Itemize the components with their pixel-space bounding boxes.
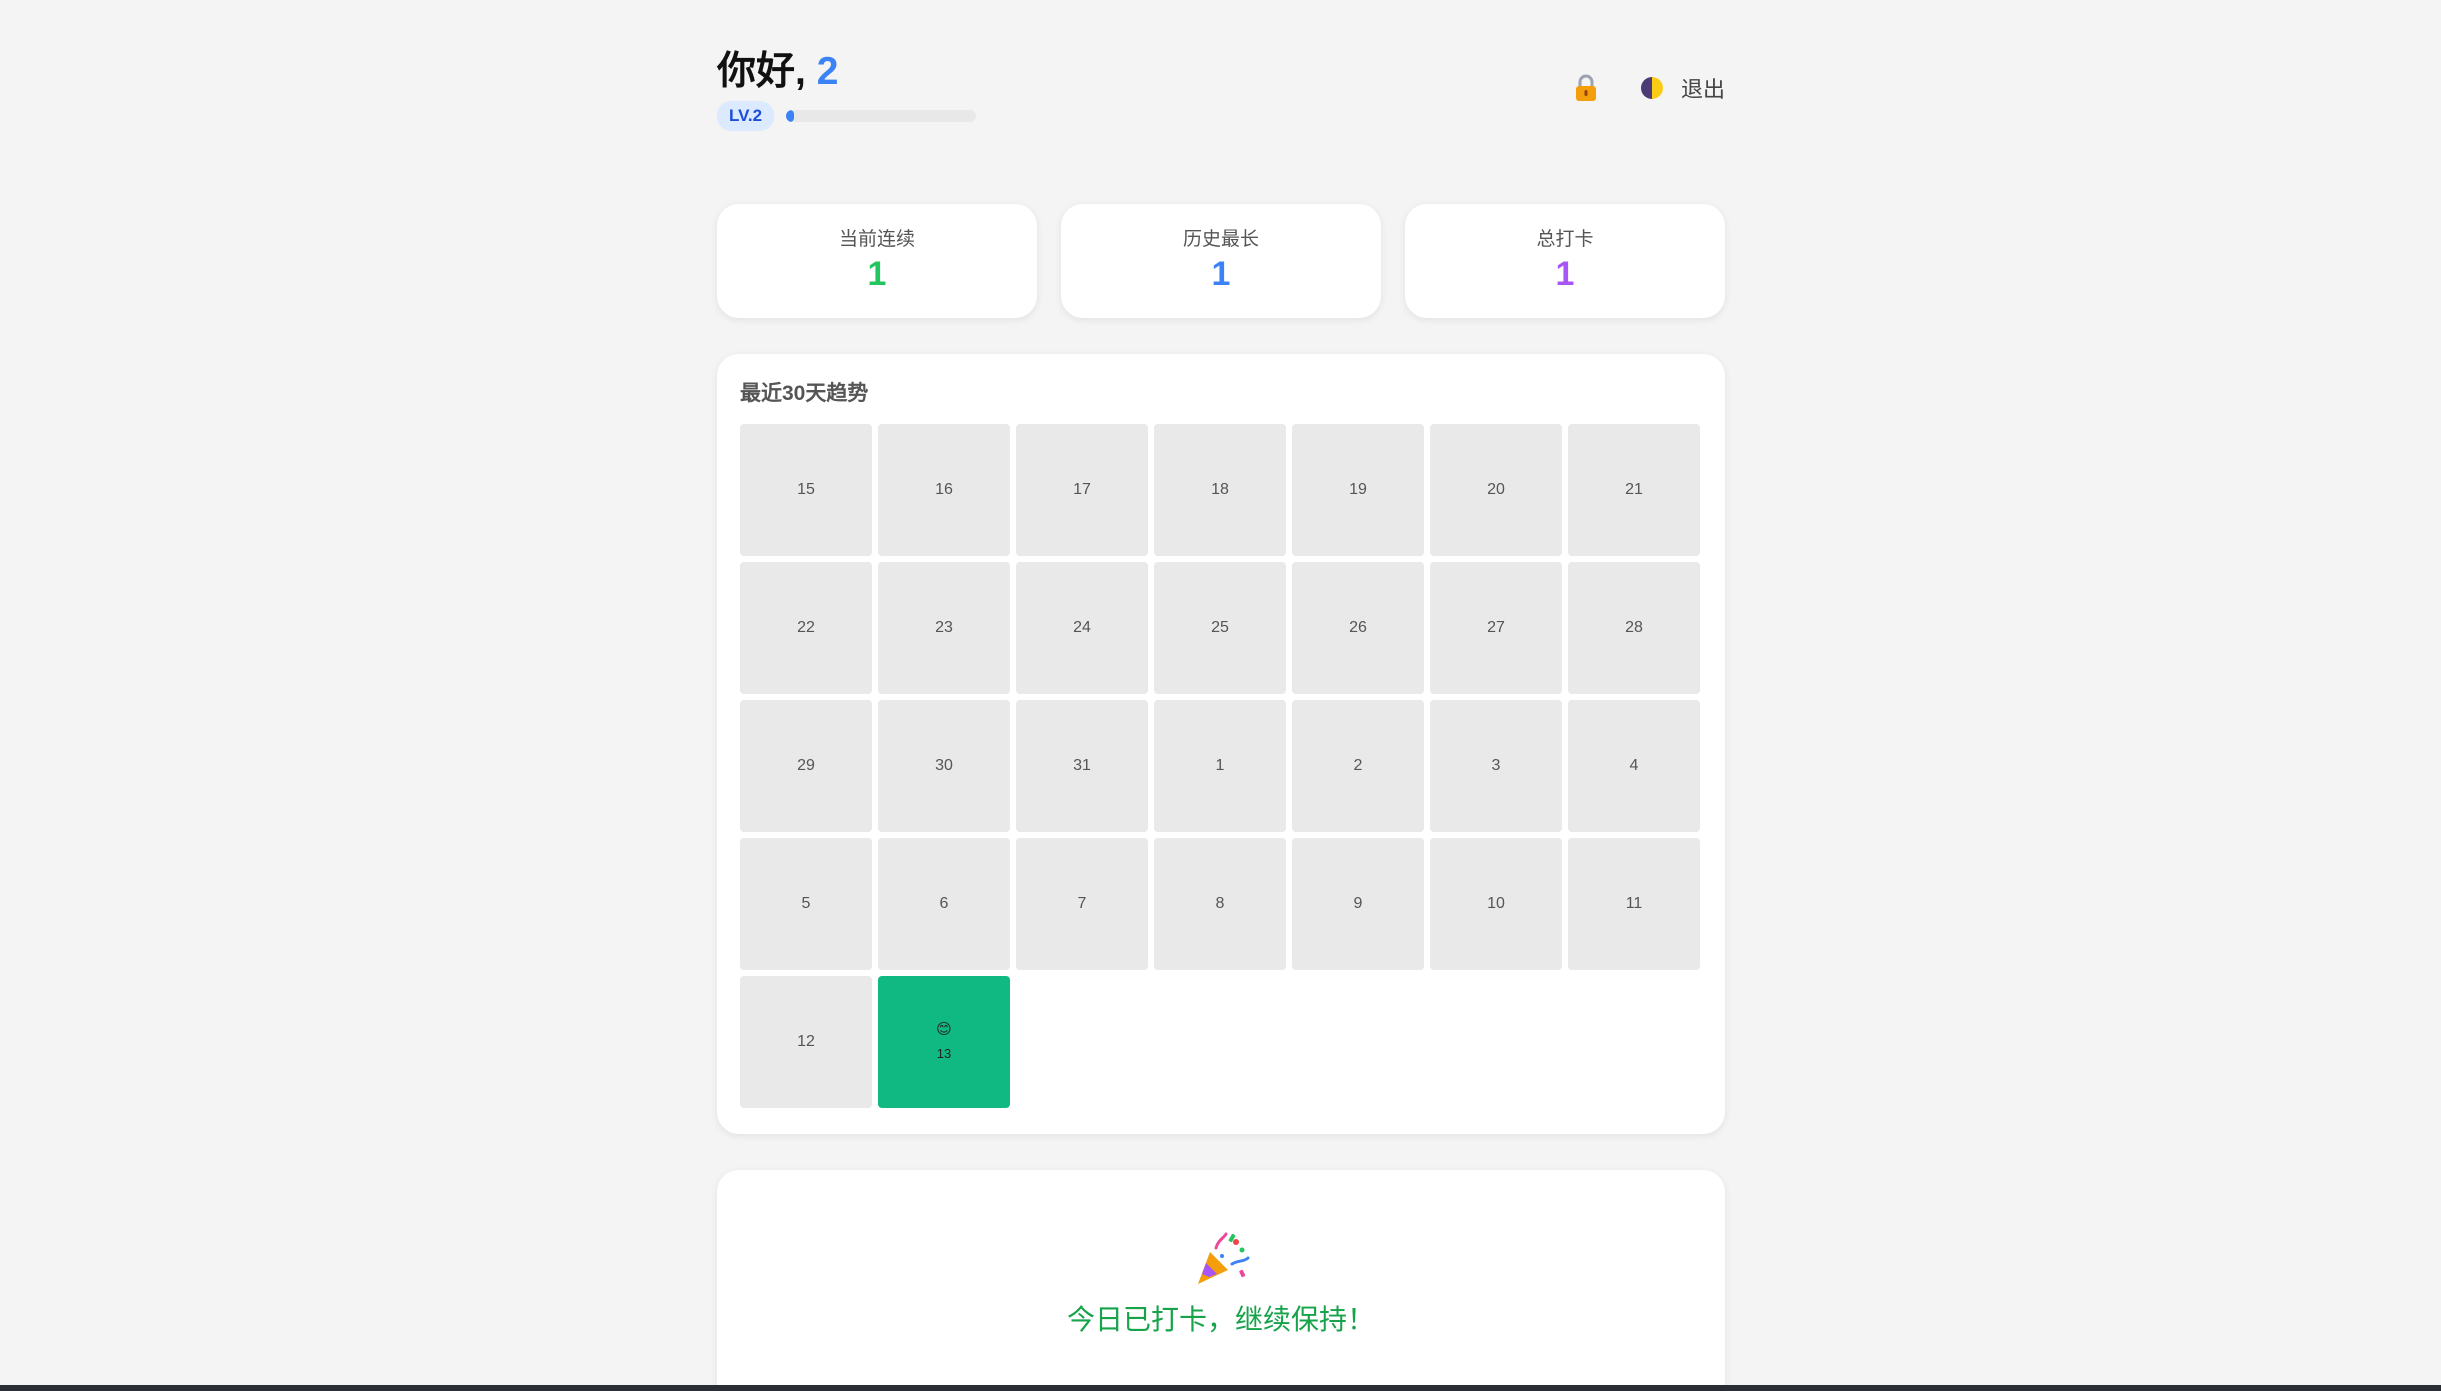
level-progress-bar [786, 110, 977, 122]
day-number: 16 [935, 481, 953, 498]
stats-row: 当前连续 1 历史最长 1 总打卡 1 [717, 204, 1725, 318]
level-row: LV.2 [717, 101, 977, 131]
day-number: 29 [797, 757, 815, 774]
header: 你好, 2 LV.2 退出 [717, 0, 1725, 160]
day-number: 22 [797, 619, 815, 636]
level-progress-fill [786, 110, 794, 122]
day-number: 20 [1487, 481, 1505, 498]
day-cell: 9 [1292, 838, 1424, 970]
day-cell: 10 [1430, 838, 1562, 970]
day-cell: 8 [1154, 838, 1286, 970]
day-cell: 20 [1430, 424, 1562, 556]
day-cell: 2 [1292, 700, 1424, 832]
day-cell: 30 [878, 700, 1010, 832]
day-number: 31 [1073, 757, 1091, 774]
lock-icon [1575, 74, 1596, 101]
checkin-status-message: 今日已打卡，继续保持！ [1066, 1304, 1375, 1335]
day-number: 19 [1349, 481, 1367, 498]
day-cell: 24 [1016, 562, 1148, 694]
stat-value: 1 [1555, 255, 1575, 293]
bottom-taskbar-edge [0, 1385, 2441, 1391]
day-cell: 23 [878, 562, 1010, 694]
day-cell: 28 [1568, 562, 1700, 694]
trend-title: 最近30天趋势 [740, 382, 869, 405]
day-number: 6 [939, 895, 949, 912]
day-cell: 16 [878, 424, 1010, 556]
theme-toggle-icon [1640, 77, 1663, 99]
day-number: 1 [1215, 757, 1225, 774]
day-number: 3 [1491, 757, 1501, 774]
day-number: 30 [935, 757, 953, 774]
day-number: 25 [1211, 619, 1229, 636]
day-cell: 15 [740, 424, 872, 556]
day-cell-checked: 😊 13 [878, 976, 1010, 1108]
day-number: 8 [1215, 895, 1225, 912]
day-number: 4 [1629, 757, 1639, 774]
day-cell: 19 [1292, 424, 1424, 556]
stat-card-current-streak: 当前连续 1 [717, 204, 1037, 318]
main-container: 你好, 2 LV.2 退出 当前连续 1 历史最长 1 总打卡 1 最近30天趋… [717, 0, 1725, 1391]
stat-value: 1 [867, 255, 887, 293]
stat-card-longest-streak: 历史最长 1 [1061, 204, 1381, 318]
day-cell: 26 [1292, 562, 1424, 694]
day-number: 23 [935, 619, 953, 636]
greeting: 你好, 2 [717, 48, 838, 96]
day-cell: 29 [740, 700, 872, 832]
stat-value: 1 [1211, 255, 1231, 293]
day-number: 15 [797, 481, 815, 498]
stat-label: 历史最长 [1182, 229, 1259, 250]
trend-card: 最近30天趋势 15 16 17 18 19 20 21 22 23 24 25 26 27 28 29 30… [717, 354, 1725, 1134]
stat-card-total-checkins: 总打卡 1 [1405, 204, 1725, 318]
day-number: 18 [1211, 481, 1229, 498]
page: 你好, 2 LV.2 退出 当前连续 1 历史最长 1 总打卡 1 最近30天趋… [0, 0, 2441, 1391]
lock-button[interactable] [1573, 73, 1599, 103]
day-number: 9 [1353, 895, 1363, 912]
day-cell: 17 [1016, 424, 1148, 556]
day-number: 12 [797, 1033, 815, 1050]
day-number: 5 [801, 895, 811, 912]
day-number: 21 [1625, 481, 1643, 498]
day-cell: 27 [1430, 562, 1562, 694]
user-name: 2 [816, 50, 839, 93]
day-cell: 6 [878, 838, 1010, 970]
day-number: 10 [1487, 895, 1505, 912]
day-number: 2 [1353, 757, 1363, 774]
day-cell: 3 [1430, 700, 1562, 832]
day-number: 28 [1625, 619, 1643, 636]
day-number: 24 [1073, 619, 1091, 636]
logout-button[interactable]: 退出 [1681, 72, 1725, 104]
day-cell: 21 [1568, 424, 1700, 556]
day-cell: 5 [740, 838, 872, 970]
day-number: 17 [1073, 481, 1091, 498]
day-number: 26 [1349, 619, 1367, 636]
day-number: 27 [1487, 619, 1505, 636]
day-number: 11 [1625, 895, 1643, 912]
theme-toggle-button[interactable] [1599, 75, 1665, 101]
day-number: 13 [936, 1046, 952, 1061]
day-grid: 15 16 17 18 19 20 21 22 23 24 25 26 27 28 29 30 31 1 2 3 4 5 6… [740, 424, 1702, 1108]
day-number: 7 [1077, 895, 1087, 912]
greeting-prefix: 你好, [717, 50, 806, 93]
day-cell: 22 [740, 562, 872, 694]
stat-label: 当前连续 [838, 229, 915, 250]
smile-emoji-icon: 😊 [936, 1021, 952, 1038]
day-cell: 4 [1568, 700, 1700, 832]
day-cell: 18 [1154, 424, 1286, 556]
party-popper-icon [1198, 1232, 1250, 1284]
checkin-status-card: 今日已打卡，继续保持！ [717, 1170, 1725, 1391]
header-actions: 退出 [1573, 72, 1725, 104]
day-cell: 11 [1568, 838, 1700, 970]
day-cell: 7 [1016, 838, 1148, 970]
day-cell: 1 [1154, 700, 1286, 832]
day-cell: 12 [740, 976, 872, 1108]
day-cell: 31 [1016, 700, 1148, 832]
day-cell: 25 [1154, 562, 1286, 694]
stat-label: 总打卡 [1536, 229, 1594, 250]
level-badge: LV.2 [717, 101, 775, 131]
